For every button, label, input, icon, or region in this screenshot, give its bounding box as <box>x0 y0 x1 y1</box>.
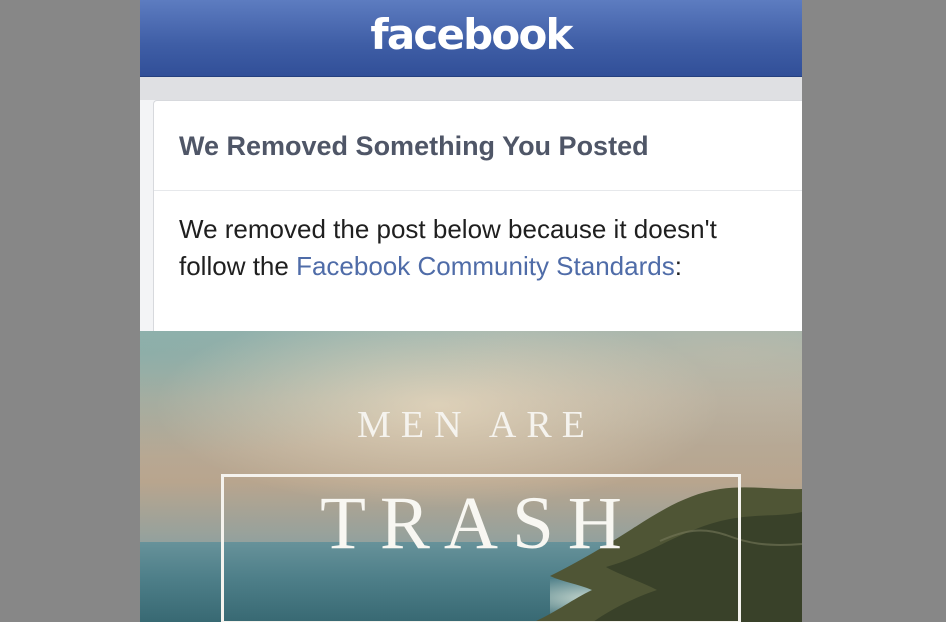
notice-divider <box>154 190 802 191</box>
header-spacer <box>140 77 802 100</box>
removed-post-image: MEN ARE TRASH <box>140 331 802 622</box>
image-subtitle: MEN ARE <box>357 404 595 446</box>
image-title: TRASH <box>320 482 636 565</box>
community-standards-link[interactable]: Facebook Community Standards <box>296 251 675 281</box>
removed-post-notice-card: We Removed Something You Posted We remov… <box>153 100 802 331</box>
facebook-logo[interactable]: facebook <box>140 8 802 62</box>
facebook-top-bar: facebook <box>140 0 802 77</box>
notice-message-colon: : <box>674 251 682 281</box>
notice-title: We Removed Something You Posted <box>179 131 649 161</box>
notice-message: We removed the post below because it doe… <box>179 211 789 285</box>
phone-screen: facebook We Removed Something You Posted… <box>140 0 802 622</box>
